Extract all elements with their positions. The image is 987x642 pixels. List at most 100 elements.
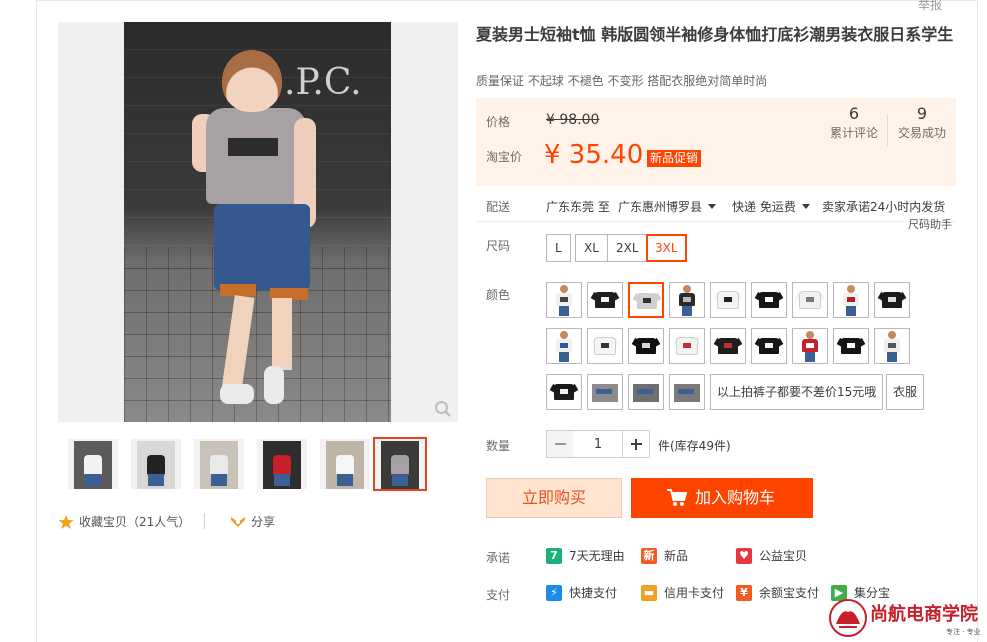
size-option-l[interactable]: L <box>546 234 571 262</box>
thumbnail-5[interactable] <box>318 437 372 491</box>
chevron-down-icon <box>708 204 717 209</box>
size-option-3xl[interactable]: 3XL <box>646 234 687 262</box>
black-tee-icon <box>752 329 786 363</box>
color-option-5[interactable] <box>710 282 746 318</box>
credit-card-icon: ▬ <box>641 585 657 601</box>
color-option-13[interactable] <box>669 328 705 364</box>
quantity-increase-button[interactable] <box>622 430 650 458</box>
shipping-label: 配送 <box>486 200 511 214</box>
frame-border-right <box>977 0 978 642</box>
black-tee-icon <box>711 329 745 363</box>
thumbnail-6[interactable] <box>373 437 427 491</box>
white-tee-model-icon <box>834 283 868 317</box>
deals-stat: 9 交易成功 <box>889 104 955 142</box>
original-price: ¥ 98.00 <box>546 112 600 128</box>
size-option-xl[interactable]: XL <box>575 234 608 262</box>
share-label: 分享 <box>251 515 276 529</box>
ship-destination-select[interactable]: 广东惠州博罗县 <box>618 198 717 215</box>
thumbnail-image <box>381 441 419 489</box>
color-option-20[interactable] <box>587 374 623 410</box>
thumbnail-2[interactable] <box>129 437 183 491</box>
color-option-18[interactable] <box>874 328 910 364</box>
color-option-text-2[interactable]: 衣服 <box>886 374 925 410</box>
seven-days-icon: 7 <box>546 548 562 564</box>
watermark-logo: 尚航电商学院 专注 · 专业 <box>829 599 981 637</box>
ship-method-select[interactable]: 快递 免运费 <box>732 198 810 215</box>
zoom-icon[interactable] <box>434 400 452 418</box>
new-product-icon: 新 <box>641 548 657 564</box>
thumbnail-image <box>137 441 175 489</box>
watermark-title: 尚航电商学院 <box>870 603 978 625</box>
frame-border-left <box>36 0 37 642</box>
color-option-11[interactable] <box>587 328 623 364</box>
color-option-9[interactable] <box>874 282 910 318</box>
main-product-image[interactable]: .P.C. <box>58 22 458 422</box>
color-option-4[interactable] <box>669 282 705 318</box>
color-option-text-1[interactable]: 以上拍裤子都要不差价15元哦 <box>710 374 884 410</box>
buy-now-button[interactable]: 立即购买 <box>486 478 622 518</box>
thumbnail-strip <box>58 437 458 493</box>
color-option-22[interactable] <box>669 374 705 410</box>
chevron-down-icon <box>801 204 810 209</box>
size-label: 尺码 <box>486 239 511 253</box>
black-tee-icon <box>834 329 868 363</box>
color-option-7[interactable] <box>792 282 828 318</box>
color-option-12[interactable] <box>628 328 664 364</box>
thumbnail-image <box>200 441 238 489</box>
color-option-6[interactable] <box>751 282 787 318</box>
color-option-10[interactable] <box>546 328 582 364</box>
color-option-19[interactable] <box>546 374 582 410</box>
add-to-cart-label: 加入购物车 <box>695 488 776 507</box>
product-page: 举报 .P.C. 收藏宝贝（21人气） 分享 夏装男士短袖t恤 韩版圆领半袖修身… <box>0 0 987 642</box>
divider <box>204 513 205 529</box>
color-option-2[interactable] <box>587 282 623 318</box>
payment-label: 支付 <box>486 588 511 602</box>
model-photo: .P.C. <box>124 22 391 422</box>
color-option-17[interactable] <box>833 328 869 364</box>
divider <box>887 114 888 146</box>
color-option-14[interactable] <box>710 328 746 364</box>
promises-text: 公益宝贝 <box>759 549 808 563</box>
add-to-cart-button[interactable]: 加入购物车 <box>631 478 813 518</box>
payment-text: 信用卡支付 <box>664 586 725 600</box>
taobao-price: ¥ 35.40 <box>544 140 644 170</box>
deals-count: 9 <box>916 104 928 123</box>
charity-icon: ♥ <box>736 548 752 564</box>
black-tee-icon <box>875 283 909 317</box>
white-tee-icon <box>588 329 622 363</box>
payment-text: 余额宝支付 <box>759 586 820 600</box>
product-subtitle: 质量保证 不起球 不褪色 不变形 搭配衣服绝对简单时尚 <box>476 74 768 88</box>
promo-badge: 新品促销 <box>647 150 702 167</box>
color-option-15[interactable] <box>751 328 787 364</box>
white-tee-model-icon <box>875 329 909 363</box>
reviews-count: 6 <box>848 104 860 123</box>
color-option-21[interactable] <box>628 374 664 410</box>
color-option-1[interactable] <box>546 282 582 318</box>
reviews-stat[interactable]: 6 累计评论 <box>821 104 887 142</box>
thumbnail-1[interactable] <box>66 437 120 491</box>
quantity-decrease-button[interactable] <box>546 430 574 458</box>
report-link[interactable]: 举报 <box>918 0 942 13</box>
black-tee-icon <box>629 329 663 363</box>
grey-tee-print-icon <box>630 284 662 316</box>
stock-text: 件(库存49件) <box>658 439 731 453</box>
thumbnail-image <box>74 441 112 489</box>
size-option-2xl[interactable]: 2XL <box>607 234 648 262</box>
star-icon <box>58 515 74 529</box>
thumbnail-4[interactable] <box>255 437 309 491</box>
watermark-tagline: 专注 · 专业 <box>946 627 981 636</box>
promises-text: 7天无理由 <box>569 549 625 563</box>
thumbnail-image <box>263 441 301 489</box>
price-panel: 价格 ¥ 98.00 淘宝价 ¥ 35.40 新品促销 6 累计评论 9 交易成… <box>476 98 956 186</box>
size-helper-link[interactable]: 尺码助手 <box>908 216 952 232</box>
thumbnail-3[interactable] <box>192 437 246 491</box>
color-option-3[interactable] <box>628 282 664 318</box>
red-tee-model-icon <box>793 329 827 363</box>
price-label: 价格 <box>486 115 511 129</box>
shorts-model-icon <box>588 375 622 409</box>
promise-label: 承诺 <box>486 551 511 565</box>
color-label: 颜色 <box>486 288 511 302</box>
quantity-input[interactable] <box>573 430 623 458</box>
color-option-8[interactable] <box>833 282 869 318</box>
color-option-16[interactable] <box>792 328 828 364</box>
